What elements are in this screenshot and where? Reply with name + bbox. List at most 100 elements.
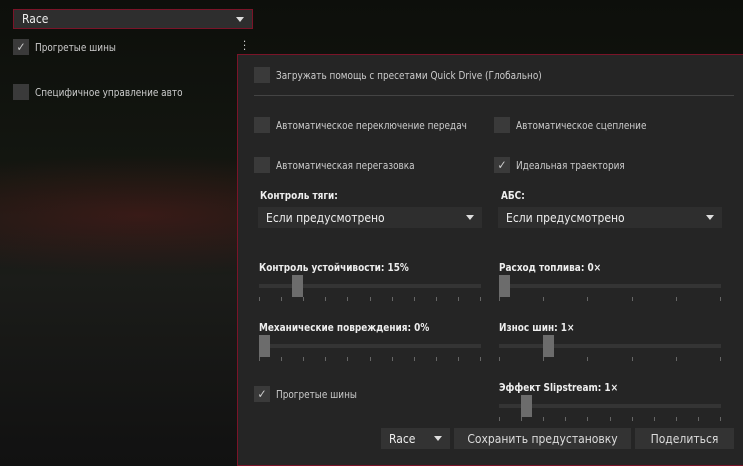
slider-tick <box>697 417 699 421</box>
slider-tick <box>435 297 437 301</box>
check-icon: ✓ <box>254 386 270 402</box>
slider-tick <box>413 357 415 361</box>
load-assists-label: Загружать помощь с пресетами Quick Drive… <box>276 68 542 82</box>
slider-tick <box>543 417 545 421</box>
slider-label: Расход топлива: 0× <box>499 261 602 274</box>
preset-select[interactable]: Race <box>381 428 450 449</box>
slider-tick <box>653 417 655 421</box>
slider-tick <box>281 357 283 361</box>
slider-tick <box>259 357 260 361</box>
checkbox-box <box>254 67 270 83</box>
slider-tick <box>631 357 633 361</box>
slider-tick <box>413 297 415 301</box>
auto-blip-checkbox[interactable]: Автоматическая перегазовка <box>254 157 430 173</box>
tc-value: Если предусмотрено <box>266 210 385 225</box>
check-icon: ✓ <box>13 39 29 55</box>
slider-thumb[interactable] <box>521 395 533 417</box>
slider-tick <box>631 417 633 421</box>
slider-tick <box>480 297 481 301</box>
assists-panel: Загружать помощь с пресетами Quick Drive… <box>237 54 743 466</box>
abs-value: Если предусмотрено <box>506 210 625 225</box>
slider-tick <box>457 297 459 301</box>
slider-group: Износ шин: 1× <box>499 321 721 361</box>
slider-label: Износ шин: 1× <box>499 321 575 334</box>
slider-tick <box>325 357 327 361</box>
warm-tyres-checkbox[interactable]: ✓ Прогретые шины <box>13 39 125 55</box>
slider-tick <box>587 297 589 301</box>
slider-track[interactable] <box>259 275 481 301</box>
slider-label: Эффект Slipstream: 1× <box>499 381 619 394</box>
auto-clutch-checkbox[interactable]: Автоматическое сцепление <box>494 117 661 133</box>
panel-warm-tyres-label: Прогретые шины <box>276 387 357 401</box>
slider-thumb[interactable] <box>292 275 304 297</box>
slider-tick <box>587 357 589 361</box>
slider-tick <box>480 357 481 361</box>
car-specific-checkbox[interactable]: Специфичное управление авто <box>13 84 199 100</box>
slider-group: Расход топлива: 0× <box>499 261 721 301</box>
slider-tick <box>543 297 545 301</box>
slider-group: Механические повреждения: 0% <box>259 321 481 361</box>
slider-track[interactable] <box>499 335 721 361</box>
slider-tick <box>499 297 500 301</box>
slider-group: Контроль устойчивости: 15% <box>259 261 481 301</box>
slider-tick <box>675 297 677 301</box>
ideal-line-checkbox[interactable]: ✓ Идеальная траектория <box>494 157 637 173</box>
slider-tick <box>303 297 305 301</box>
tc-dropdown[interactable]: Если предусмотрено <box>258 207 482 228</box>
slider-tick <box>675 417 677 421</box>
slider-tick <box>587 417 589 421</box>
chevron-down-icon <box>706 215 714 220</box>
slider-tick <box>499 417 500 421</box>
slider-label: Контроль устойчивости: 15% <box>259 261 409 274</box>
checkbox-box <box>254 117 270 133</box>
save-preset-button[interactable]: Сохранить предустановку <box>454 428 631 449</box>
abs-label: АБС: <box>501 189 525 202</box>
slider-tick <box>281 297 283 301</box>
slider-group: Эффект Slipstream: 1× <box>499 381 721 421</box>
check-icon: ✓ <box>494 157 510 173</box>
auto-shift-label: Автоматическое переключение передач <box>276 118 467 132</box>
slider-tick <box>720 357 721 361</box>
slider-tick <box>631 297 633 301</box>
slider-tick <box>369 357 371 361</box>
slider-track[interactable] <box>259 335 481 361</box>
slider-track[interactable] <box>499 275 721 301</box>
slider-tick <box>369 297 371 301</box>
slider-tick <box>303 357 305 361</box>
slider-tick <box>435 357 437 361</box>
ideal-line-label: Идеальная траектория <box>516 158 625 172</box>
slider-tick <box>347 297 349 301</box>
preset-value: Race <box>22 12 49 26</box>
preset-select-value: Race <box>389 431 416 446</box>
checkbox-box <box>494 117 510 133</box>
load-assists-checkbox[interactable]: Загружать помощь с пресетами Quick Drive… <box>254 67 571 83</box>
slider-thumb[interactable] <box>499 275 510 297</box>
slider-tick <box>720 417 721 421</box>
auto-shift-checkbox[interactable]: Автоматическое переключение передач <box>254 117 488 133</box>
slider-tick <box>720 297 721 301</box>
slider-tick <box>565 417 567 421</box>
auto-clutch-label: Автоматическое сцепление <box>516 118 647 132</box>
checkbox-box <box>254 157 270 173</box>
slider-thumb[interactable] <box>543 335 555 357</box>
slider-tick <box>391 357 393 361</box>
slider-tick <box>543 357 545 361</box>
car-specific-label: Специфичное управление авто <box>35 85 183 99</box>
slider-track[interactable] <box>499 395 721 421</box>
tc-label: Контроль тяги: <box>260 189 338 202</box>
warm-tyres-label: Прогретые шины <box>35 40 116 54</box>
slider-tick <box>609 417 611 421</box>
checkbox-box <box>13 84 29 100</box>
slider-thumb[interactable] <box>259 335 270 357</box>
share-button[interactable]: Поделиться <box>635 428 734 449</box>
panel-warm-tyres-checkbox[interactable]: ✓ Прогретые шины <box>254 386 366 402</box>
chevron-down-icon <box>236 16 244 22</box>
abs-dropdown[interactable]: Если предусмотрено <box>498 207 722 228</box>
preset-dropdown[interactable]: Race <box>13 9 253 29</box>
slider-tick <box>675 357 677 361</box>
auto-blip-label: Автоматическая перегазовка <box>276 158 415 172</box>
more-options-icon[interactable]: · · · <box>243 36 246 55</box>
chevron-down-icon <box>466 215 474 220</box>
slider-tick <box>391 297 393 301</box>
slider-tick <box>457 357 459 361</box>
